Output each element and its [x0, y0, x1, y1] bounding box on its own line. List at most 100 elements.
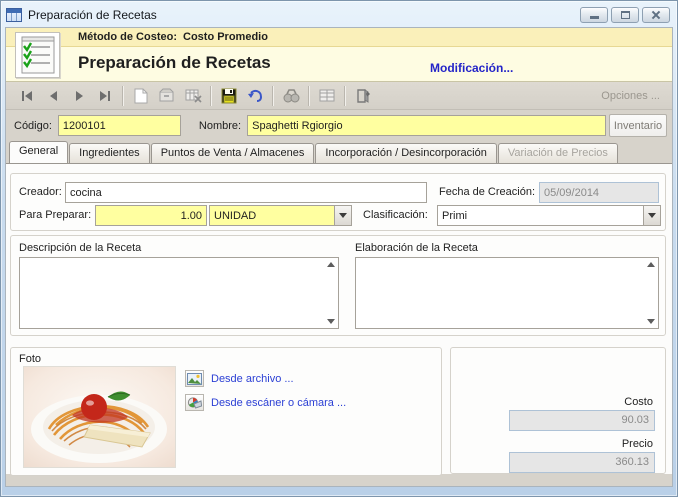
elaboration-textarea[interactable] [355, 257, 659, 329]
name-field[interactable] [247, 115, 607, 136]
inventory-button[interactable]: Inventario [609, 114, 667, 137]
chevron-down-icon [339, 213, 347, 218]
options-label[interactable]: Opciones ... [601, 90, 664, 102]
toolbar-separator [344, 85, 346, 106]
texts-groupbox: Descripción de la Receta Elaboración de … [10, 235, 666, 336]
record-bar: Código: Nombre: Inventario [6, 110, 672, 141]
tab-general[interactable]: General [9, 141, 69, 163]
page-title: Preparación de Recetas [78, 53, 271, 72]
costing-method-label: Método de Costeo: [78, 31, 177, 43]
creation-date-field [539, 182, 659, 203]
app-window: Preparación de Recetas Método de Costeo:… [0, 0, 678, 497]
previous-record-icon [49, 90, 57, 101]
costing-method-value: Costo Promedio [183, 31, 268, 43]
form-header: Método de Costeo: Costo Promedio Prepara… [6, 28, 672, 82]
exit-door-icon [356, 88, 370, 103]
code-field[interactable] [57, 115, 181, 136]
tab-variacion-precios: Variación de Precios [497, 143, 618, 163]
tab-ingredientes[interactable]: Ingredientes [69, 143, 150, 163]
window-title: Preparación de Recetas [28, 7, 157, 22]
chevron-down-icon [648, 213, 656, 218]
delete-record-button[interactable] [180, 84, 206, 108]
tab-puntos-de-venta[interactable]: Puntos de Venta / Almacenes [150, 143, 315, 163]
window-icon [6, 7, 22, 22]
edit-record-icon [159, 88, 174, 102]
prepare-label: Para Preparar: [19, 209, 92, 221]
from-scanner-link[interactable]: Desde escáner o cámara ... [211, 397, 346, 409]
recipe-photo [23, 366, 176, 468]
costing-method-strip: Método de Costeo: Costo Promedio [6, 28, 672, 47]
prepare-qty-field[interactable] [95, 205, 207, 226]
description-textarea[interactable] [19, 257, 339, 329]
from-file-link-row[interactable]: Desde archivo ... [185, 370, 294, 387]
tab-page-general: Creador: Fecha de Creación: Para Prepara… [6, 163, 672, 476]
code-label: Código: [14, 119, 52, 132]
binoculars-icon [283, 88, 299, 102]
cost-field: 90.03 [509, 410, 655, 431]
undo-button[interactable] [242, 84, 268, 108]
toolbar: Opciones ... [6, 82, 672, 110]
minimize-button[interactable] [580, 6, 608, 23]
name-label: Nombre: [198, 119, 242, 132]
last-record-icon [100, 90, 110, 101]
maximize-button[interactable] [611, 6, 639, 23]
dropdown-button[interactable] [643, 206, 660, 225]
prepare-qty-input[interactable] [100, 206, 202, 225]
save-icon [221, 88, 237, 103]
toolbar-separator [210, 85, 212, 106]
totals-groupbox: Costo 90.03 Precio 360.13 [450, 347, 666, 474]
find-button[interactable] [278, 84, 304, 108]
scroll-up-icon[interactable] [327, 262, 335, 267]
photo-groupbox: Foto Desde archivo ... Desde escáner o c… [10, 347, 442, 476]
elaboration-label: Elaboración de la Receta [355, 242, 478, 254]
photo-label: Foto [19, 353, 42, 365]
creator-field[interactable] [65, 182, 427, 203]
mode-indicator: Modificación... [430, 61, 514, 75]
toolbar-separator [272, 85, 274, 106]
price-label: Precio [621, 438, 653, 450]
scroll-up-icon[interactable] [647, 262, 655, 267]
previous-record-button[interactable] [40, 84, 66, 108]
description-label: Descripción de la Receta [19, 242, 142, 254]
toolbar-separator [122, 85, 124, 106]
classification-combo[interactable]: Primi [437, 205, 661, 226]
next-record-icon [75, 90, 83, 101]
close-button[interactable] [642, 6, 670, 23]
creation-date-label: Fecha de Creación: [439, 186, 535, 198]
window-content: Método de Costeo: Costo Promedio Prepara… [5, 27, 673, 487]
from-scanner-link-row[interactable]: Desde escáner o cámara ... [185, 394, 346, 411]
new-record-button[interactable] [128, 84, 154, 108]
grid-icon [319, 89, 335, 102]
classification-label: Clasificación: [363, 209, 428, 221]
creator-label: Creador: [19, 186, 62, 198]
scroll-down-icon[interactable] [327, 319, 335, 324]
last-record-button[interactable] [92, 84, 118, 108]
delete-record-icon [185, 89, 202, 103]
edit-record-button[interactable] [154, 84, 180, 108]
creator-input[interactable] [70, 183, 422, 202]
minimize-icon [589, 16, 599, 19]
tab-incorporacion[interactable]: Incorporación / Desincorporación [315, 143, 497, 163]
scroll-down-icon[interactable] [647, 319, 655, 324]
picture-file-icon [185, 370, 204, 387]
close-icon [651, 10, 661, 20]
tab-strip: General Ingredientes Puntos de Venta / A… [6, 141, 672, 163]
cost-label: Costo [624, 396, 653, 408]
next-record-button[interactable] [66, 84, 92, 108]
title-bar: Preparación de Recetas [6, 3, 672, 26]
save-button[interactable] [216, 84, 242, 108]
dropdown-button[interactable] [334, 206, 351, 225]
grid-view-button[interactable] [314, 84, 340, 108]
prepare-unit-value: UNIDAD [214, 209, 257, 222]
code-input[interactable] [62, 116, 176, 135]
name-input[interactable] [252, 116, 602, 135]
price-field: 360.13 [509, 452, 655, 473]
scanner-camera-icon [185, 394, 204, 411]
maximize-icon [620, 10, 630, 19]
first-record-button[interactable] [14, 84, 40, 108]
exit-button[interactable] [350, 84, 376, 108]
prepare-unit-combo[interactable]: UNIDAD [209, 205, 352, 226]
new-document-icon [134, 88, 148, 103]
from-file-link[interactable]: Desde archivo ... [211, 373, 294, 385]
main-info-groupbox: Creador: Fecha de Creación: Para Prepara… [10, 173, 666, 231]
